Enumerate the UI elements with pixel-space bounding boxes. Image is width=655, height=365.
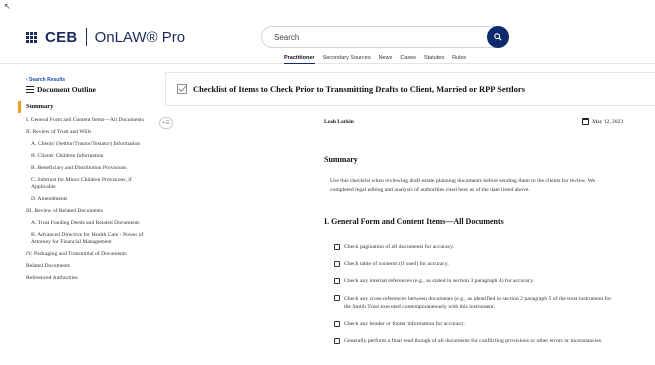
outline-item[interactable]: A. Trust Funding Deeds and Related Docum… bbox=[26, 220, 151, 227]
brand-logo[interactable]: CEB OnLAW® Pro bbox=[26, 28, 185, 46]
checkbox-doc-icon bbox=[177, 84, 187, 94]
checkbox[interactable] bbox=[334, 320, 340, 327]
checklist-item-text: Generally perform a final read though of… bbox=[344, 338, 603, 345]
checklist: Check pagination of all documents for ac… bbox=[334, 243, 614, 354]
app-header: CEB OnLAW® Pro Practitioner Secondary Sou… bbox=[0, 8, 655, 64]
grid-menu-icon[interactable] bbox=[26, 31, 37, 43]
checklist-item: Check any header or footer information f… bbox=[334, 320, 614, 328]
checklist-item: Check any internal references (e.g., as … bbox=[334, 277, 614, 285]
brand-name: CEB bbox=[45, 28, 78, 46]
outline-item[interactable]: B. Clients' Children Information bbox=[26, 153, 151, 160]
outline-item[interactable]: A. Clients' (Settlor/Trustor/Testator) I… bbox=[26, 141, 151, 148]
checklist-item: Check pagination of all documents for ac… bbox=[334, 243, 614, 251]
document-meta: Leah Larkin May 12, 2023 bbox=[324, 118, 624, 125]
checkbox[interactable] bbox=[334, 295, 340, 302]
outline-item[interactable]: C. Subtrust for Minor Children Provision… bbox=[26, 177, 151, 191]
outline-item[interactable]: II. Review of Trust and Wills bbox=[26, 129, 151, 136]
publish-date: May 12, 2023 bbox=[582, 118, 623, 125]
nav-tab-cases[interactable]: Cases bbox=[400, 55, 416, 64]
outline-item[interactable]: Related Documents bbox=[26, 263, 151, 270]
checklist-item-text: Check any cross-references between docum… bbox=[344, 295, 612, 310]
app-frame: ↖ CEB OnLAW® Pro PractitionerSecondary bbox=[0, 0, 655, 365]
checklist-item: Generally perform a final read though of… bbox=[334, 337, 614, 345]
outline-item-summary[interactable]: Summary bbox=[18, 101, 155, 113]
search-input[interactable] bbox=[274, 30, 474, 45]
search-icon bbox=[494, 33, 502, 41]
checkbox[interactable] bbox=[334, 260, 340, 267]
nav-tabs: Practitioner Secondary Sources News Cases St… bbox=[284, 55, 466, 64]
outline-item[interactable]: I. General Form and Content Items—All Do… bbox=[26, 117, 151, 124]
checklist-item: Check table of contents (if used) for ac… bbox=[334, 260, 614, 268]
outline-item[interactable]: D. Amendments bbox=[26, 196, 151, 203]
author-name[interactable]: Leah Larkin bbox=[324, 119, 354, 125]
nav-tab-news[interactable]: News bbox=[379, 55, 393, 64]
checkbox[interactable] bbox=[334, 277, 340, 284]
brand-divider bbox=[85, 28, 87, 46]
checklist-item-text: Check any internal references (e.g., as … bbox=[344, 278, 535, 285]
expand-outline-button[interactable]: +☰ bbox=[159, 117, 173, 129]
search-button[interactable] bbox=[487, 26, 509, 48]
checkbox[interactable] bbox=[334, 337, 340, 344]
checklist-item: Check any cross-references between docum… bbox=[334, 295, 614, 311]
document-title-bar: Checklist of Items to Check Prior to Tra… bbox=[165, 72, 655, 106]
product-name: OnLAW® Pro bbox=[94, 28, 186, 46]
checklist-item-text: Check table of contents (if used) for ac… bbox=[344, 261, 449, 268]
calendar-icon bbox=[582, 118, 590, 125]
outline-item[interactable]: Referenced Authorities bbox=[26, 275, 151, 282]
outline-item[interactable]: IV. Packaging and Transmittal of Documen… bbox=[26, 251, 151, 258]
search-bar bbox=[261, 26, 509, 48]
document-outline-sidebar: ‹ Search Results Document Outline Summar… bbox=[0, 72, 155, 365]
outline-item[interactable]: B. Beneficiary and Distribution Provisio… bbox=[26, 165, 151, 172]
outline-title-text: Document Outline bbox=[37, 85, 96, 94]
outline-item[interactable]: III. Review of Related Documents bbox=[26, 208, 151, 215]
outline-item[interactable]: B. Advanced Directive for Health Care - … bbox=[26, 232, 151, 246]
checklist-item-text: Check pagination of all documents for ac… bbox=[344, 244, 455, 250]
outline-title: Document Outline bbox=[26, 85, 96, 94]
checkbox[interactable] bbox=[334, 243, 340, 250]
summary-paragraph: Use this checklist when reviewing draft … bbox=[330, 178, 596, 193]
checklist-item-text: Check any header or footer information f… bbox=[344, 321, 465, 328]
summary-heading: Summary bbox=[324, 155, 358, 164]
list-icon bbox=[26, 86, 34, 93]
search-results-link[interactable]: ‹ Search Results bbox=[26, 77, 65, 83]
nav-tab-secondary-sources[interactable]: Secondary Sources bbox=[323, 55, 371, 64]
date-text: May 12, 2023 bbox=[592, 118, 623, 125]
nav-tab-statutes[interactable]: Statutes bbox=[424, 55, 444, 64]
nav-tab-rules[interactable]: Rules bbox=[452, 55, 466, 64]
nav-tab-practitioner[interactable]: Practitioner bbox=[284, 55, 315, 64]
document-title: Checklist of Items to Check Prior to Tra… bbox=[193, 84, 525, 94]
outline-list: I. General Form and Content Items—All Do… bbox=[26, 117, 151, 287]
section-heading: I. General Form and Content Items—All Do… bbox=[324, 217, 504, 226]
expand-icon: +☰ bbox=[162, 120, 170, 126]
